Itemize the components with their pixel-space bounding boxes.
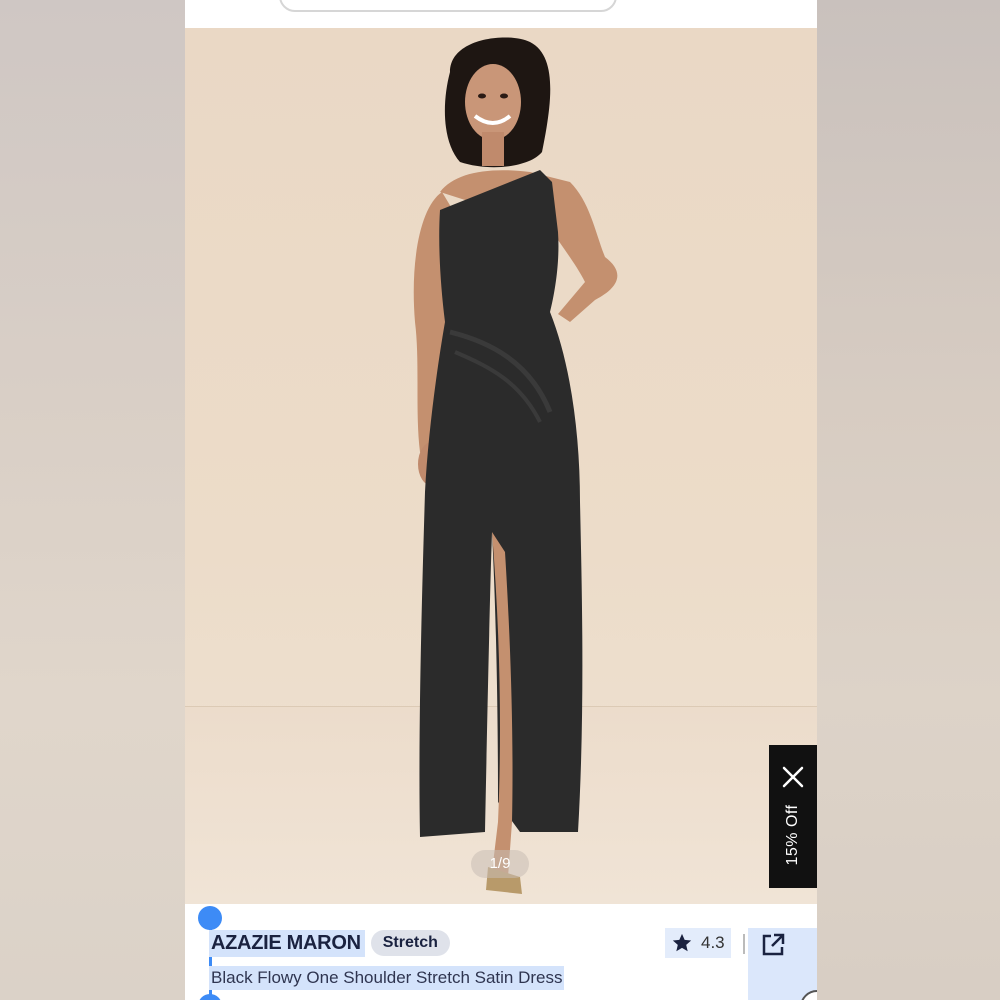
selection-handle-start[interactable] (198, 906, 222, 930)
rating[interactable]: 4.3 (665, 928, 731, 958)
promo-label: 15% Off (784, 804, 801, 866)
star-icon (672, 933, 692, 952)
close-icon[interactable] (781, 765, 805, 789)
brand-row: AZAZIE MARON Stretch (209, 928, 450, 958)
blurred-background-right (817, 0, 1000, 1000)
product-title: Black Flowy One Shoulder Stretch Satin D… (209, 966, 565, 990)
selection-handle-end[interactable] (198, 994, 222, 1000)
stretch-badge: Stretch (370, 930, 450, 956)
rating-value: 4.3 (701, 933, 725, 952)
divider (743, 934, 745, 954)
blurred-background-left (0, 0, 185, 1000)
more-icon[interactable] (800, 990, 817, 1000)
brand-name[interactable]: AZAZIE MARON (209, 929, 365, 957)
product-image-gallery[interactable]: 1/9 (185, 28, 817, 904)
discount-promo-tab[interactable]: 15% Off (769, 745, 817, 888)
top-bar (185, 0, 817, 28)
share-area (748, 928, 817, 1000)
share-icon[interactable] (760, 932, 786, 958)
product-info: AZAZIE MARON Stretch Black Flowy One Sho… (185, 904, 817, 1000)
phone-screen: 1/9 15% Off AZAZIE MARON Stretch Black F… (185, 0, 817, 1000)
image-counter: 1/9 (471, 850, 529, 878)
product-photo-model (413, 37, 618, 894)
search-bar[interactable] (279, 0, 617, 12)
